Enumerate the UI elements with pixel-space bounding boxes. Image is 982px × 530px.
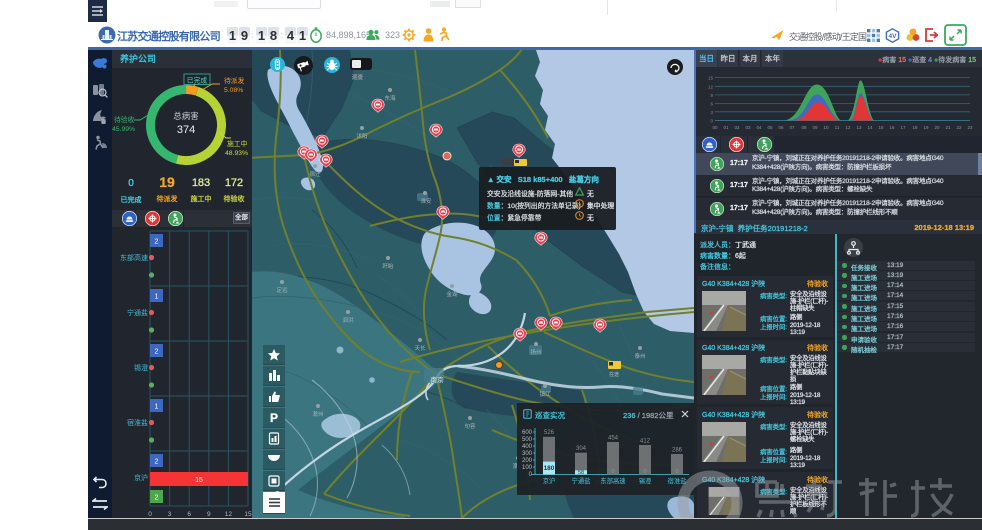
svg-text:京沪: 京沪 — [543, 476, 556, 485]
svg-text:1: 1 — [155, 293, 159, 300]
svg-text:宁通盐: 宁通盐 — [572, 476, 591, 485]
svg-text:在途: 在途 — [609, 371, 619, 378]
svg-text:10: 10 — [823, 125, 829, 130]
svg-text:3: 3 — [168, 511, 172, 518]
svg-text:21: 21 — [945, 125, 951, 130]
svg-text:03: 03 — [745, 125, 751, 130]
svg-text:09: 09 — [812, 125, 818, 130]
svg-text:14: 14 — [867, 125, 873, 130]
svg-text:22: 22 — [956, 125, 962, 130]
svg-text:15: 15 — [244, 511, 252, 518]
svg-text:300: 300 — [522, 451, 533, 457]
svg-text:2: 2 — [155, 238, 159, 245]
svg-text:01: 01 — [723, 125, 729, 130]
svg-text:0: 0 — [675, 469, 678, 475]
svg-text:526: 526 — [544, 430, 555, 436]
svg-text:18: 18 — [912, 125, 918, 130]
svg-text:600: 600 — [522, 430, 533, 436]
svg-text:宿淮盐: 宿淮盐 — [127, 418, 148, 427]
svg-text:锡澄: 锡澄 — [134, 363, 148, 372]
svg-text:2: 2 — [155, 348, 159, 355]
svg-text:查: 查 — [101, 118, 106, 125]
svg-text:500: 500 — [522, 437, 533, 443]
svg-text:15: 15 — [708, 75, 714, 80]
svg-text:400: 400 — [522, 444, 533, 450]
svg-text:48.93%: 48.93% — [225, 150, 248, 157]
svg-text:08: 08 — [801, 125, 807, 130]
svg-text:15: 15 — [195, 477, 203, 484]
svg-text:20: 20 — [934, 125, 940, 130]
svg-text:15: 15 — [878, 125, 884, 130]
svg-text:东部高速: 东部高速 — [120, 253, 148, 262]
svg-text:180: 180 — [544, 465, 555, 472]
svg-text:286: 286 — [672, 447, 683, 453]
svg-text:16: 16 — [889, 125, 895, 130]
svg-text:6: 6 — [187, 511, 191, 518]
svg-text:19: 19 — [923, 125, 929, 130]
svg-text:12: 12 — [708, 84, 714, 89]
svg-text:04: 04 — [756, 125, 762, 130]
svg-text:23: 23 — [967, 125, 973, 130]
svg-text:12: 12 — [845, 125, 851, 130]
svg-text:1: 1 — [155, 403, 159, 410]
svg-text:待派发: 待派发 — [224, 76, 245, 85]
svg-text:100: 100 — [522, 465, 533, 471]
svg-text:0: 0 — [529, 472, 533, 478]
svg-text:454: 454 — [608, 435, 619, 441]
svg-text:07: 07 — [789, 125, 795, 130]
svg-text:58: 58 — [578, 470, 584, 476]
svg-text:12: 12 — [225, 511, 233, 518]
svg-text:待验收: 待验收 — [114, 115, 135, 124]
svg-text:06: 06 — [778, 125, 784, 130]
svg-text:0: 0 — [148, 511, 152, 518]
svg-text:17: 17 — [900, 125, 906, 130]
svg-text:京沪: 京沪 — [134, 473, 148, 482]
svg-text:304: 304 — [576, 446, 587, 452]
svg-text:0: 0 — [643, 469, 646, 475]
svg-text:412: 412 — [640, 438, 651, 444]
svg-text:2: 2 — [155, 458, 159, 465]
svg-text:4V: 4V — [889, 33, 898, 40]
svg-text:0: 0 — [611, 469, 614, 475]
svg-text:东部高速: 东部高速 — [600, 476, 626, 485]
svg-text:02: 02 — [734, 125, 740, 130]
svg-text:总病害: 总病害 — [173, 111, 199, 121]
svg-text:05: 05 — [767, 125, 773, 130]
svg-text:9: 9 — [207, 511, 211, 518]
svg-text:宿淮盐: 宿淮盐 — [668, 476, 687, 485]
svg-text:11: 11 — [835, 125, 840, 130]
svg-text:锡澄: 锡澄 — [639, 476, 652, 485]
svg-text:374: 374 — [177, 124, 195, 136]
svg-text:45.99%: 45.99% — [112, 126, 135, 133]
svg-text:5.08%: 5.08% — [224, 87, 243, 94]
svg-text:宁通盐: 宁通盐 — [127, 308, 148, 317]
svg-text:2: 2 — [155, 494, 159, 501]
svg-text:13: 13 — [856, 125, 862, 130]
svg-text:00: 00 — [712, 125, 718, 130]
svg-text:施工中: 施工中 — [227, 139, 248, 148]
svg-text:200: 200 — [522, 458, 533, 464]
svg-text:已完成: 已完成 — [187, 75, 208, 84]
